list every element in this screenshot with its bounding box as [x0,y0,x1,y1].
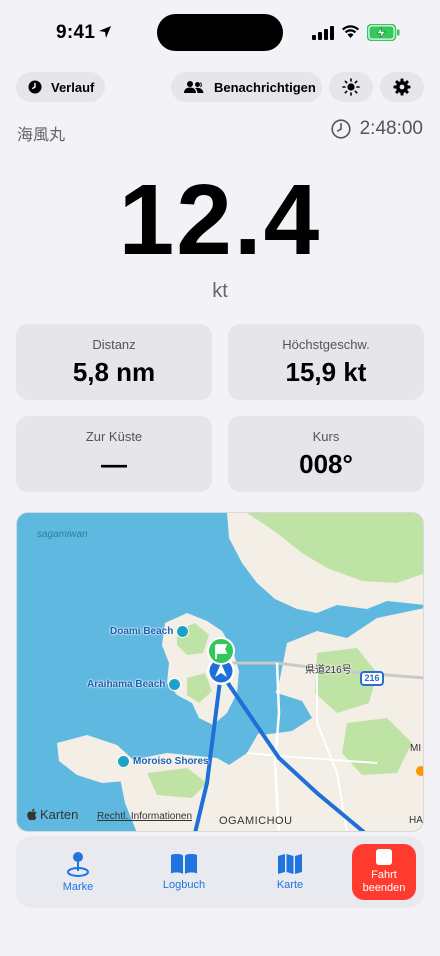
tab-label: Logbuch [162,879,206,891]
maps-attribution: Karten [27,807,78,822]
stat-label: Höchstgeschw. [282,337,370,352]
brightness-button[interactable] [329,72,373,102]
tab-marke[interactable]: Marke [42,836,114,908]
location-arrow-icon [99,26,111,38]
battery-charging-icon [367,24,400,41]
map-icon [278,854,302,874]
map-poi[interactable]: Doami Beach [110,625,190,638]
book-icon [171,853,197,874]
poi-label: Moroiso Shores [133,756,209,767]
tab-karte[interactable]: Karte [254,836,326,908]
road-label: 県道216号 [305,665,352,676]
maps-brand: Karten [40,807,79,822]
stat-value: 15,9 kt [285,357,367,387]
elapsed-time: 2:48:00 [359,118,423,139]
poi-label: Araihama Beach [87,679,166,690]
map-view[interactable]: sagamiwan Doami Beach Araihama Beach Mor… [16,512,424,832]
notify-button[interactable]: Benachrichtigen [171,72,322,102]
stat-card-to-coast: Zur Küste — [16,416,212,492]
tab-logbuch[interactable]: Logbuch [148,836,220,908]
road-badge: 216 [360,671,384,686]
vessel-name: 海風丸 [17,127,66,144]
trip-timer: 2:48:00 [330,118,423,140]
clock-icon [28,80,42,94]
end-trip-label-2: beenden [362,882,406,894]
sun-icon [342,78,360,96]
history-button[interactable]: Verlauf [16,72,105,102]
dynamic-island [157,14,283,51]
beach-icon [168,678,182,691]
poi-label: Doami Beach [110,626,174,637]
stat-card-max-speed: Höchstgeschw. 15,9 kt [228,324,424,400]
map-edge-label: HARAI [409,815,423,826]
tab-bar: Marke Logbuch Karte Fahrt beenden [16,836,424,908]
beach-icon [117,755,130,768]
stat-label: Kurs [312,429,340,444]
speed-unit: kt [212,280,228,302]
notify-label: Benachrichtigen [214,79,316,95]
city-label: OGAMICHOU [219,815,293,827]
apple-logo-icon [27,808,37,821]
stat-card-distance: Distanz 5,8 nm [16,324,212,400]
wifi-icon [342,25,359,38]
map-edge-label: MI [410,743,422,754]
end-trip-button[interactable]: Fahrt beenden [352,844,416,900]
end-trip-label-1: Fahrt [371,869,397,882]
people-icon [184,81,204,93]
stat-label: Zur Küste [85,429,143,444]
gear-icon [393,78,411,96]
stat-card-course: Kurs 008° [228,416,424,492]
sea-label: sagamiwan [37,529,88,540]
stat-value: 5,8 nm [72,357,156,387]
map-pin-icon [67,852,89,877]
stat-value: 008° [299,449,353,479]
current-speed: 12.4 [118,164,322,276]
beach-icon [176,625,190,638]
tab-label: Marke [62,881,94,893]
stat-label: Distanz [92,337,136,352]
history-label: Verlauf [51,79,95,95]
map-poi[interactable]: Araihama Beach [87,678,182,691]
cellular-signal-icon [312,26,334,40]
stop-icon [376,849,392,866]
status-time: 9:41 [56,22,96,43]
legal-link[interactable]: Rechtl. Informationen [97,811,192,822]
map-poi[interactable]: Moroiso Shores [117,755,209,768]
clock-outline-icon [330,119,351,139]
status-bar: 9:41 [0,0,440,64]
tab-label: Karte [276,879,304,891]
stat-value: — [101,449,127,479]
settings-button[interactable] [380,72,424,102]
